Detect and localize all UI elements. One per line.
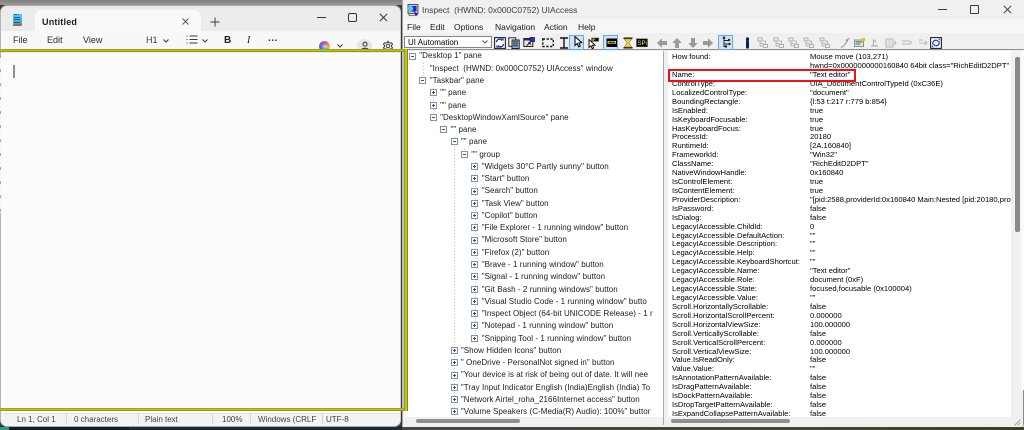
svg-text:SPi: SPi [637,41,646,47]
